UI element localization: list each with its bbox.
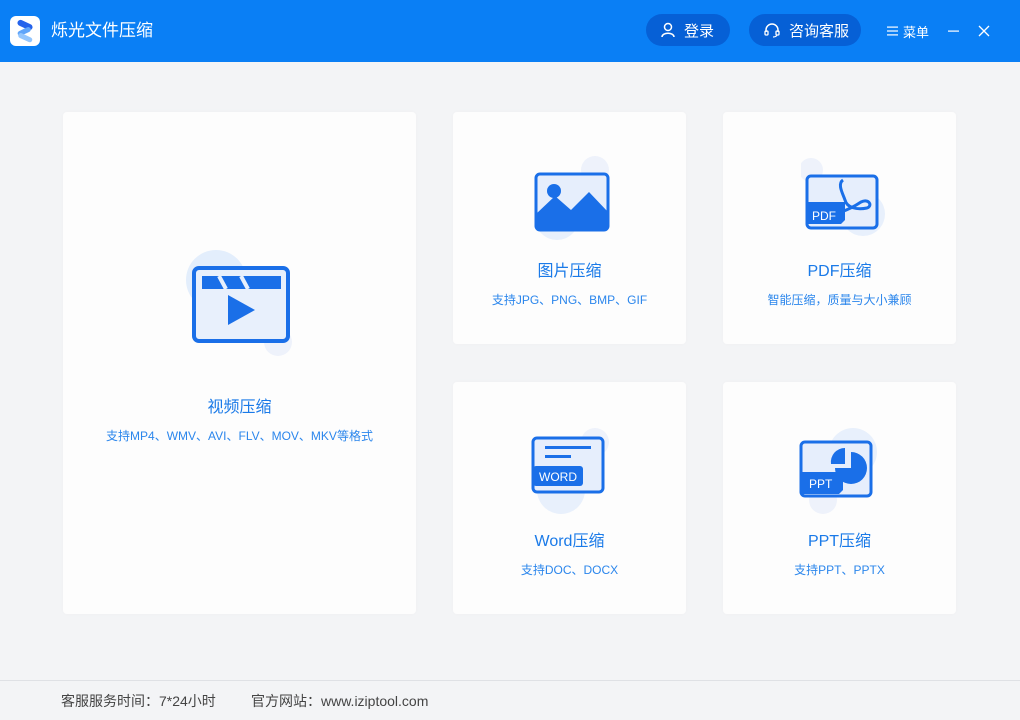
ppt-badge-text: PPT [809, 477, 833, 491]
ppt-icon: PPT [799, 428, 877, 514]
close-button[interactable] [974, 21, 994, 41]
app-logo-icon [10, 16, 40, 46]
card-description: 支持DOC、DOCX [520, 563, 619, 577]
card-title: Word压缩 [534, 533, 605, 550]
card-description: 支持MP4、WMV、AVI、FLV、MOV、MKV等格式 [106, 429, 373, 443]
service-hours: 客服服务时间：7*24小时 [61, 693, 216, 709]
login-button[interactable]: 登录 [646, 14, 730, 46]
video-icon [186, 250, 292, 356]
hamburger-icon [887, 26, 898, 36]
service-label: 咨询客服 [789, 22, 850, 40]
image-compress-card[interactable]: 图片压缩 支持JPG、PNG、BMP、GIF [453, 112, 686, 344]
card-title: 视频压缩 [207, 399, 272, 416]
app-title: 烁光文件压缩 [51, 21, 153, 40]
word-badge-text: WORD [539, 470, 577, 484]
headset-icon [764, 23, 780, 38]
menu-label: 菜单 [903, 24, 930, 40]
minimize-button[interactable] [943, 21, 963, 41]
word-compress-card[interactable]: WORD Word压缩 支持DOC、DOCX [453, 382, 686, 614]
word-icon: WORD [531, 428, 609, 514]
card-title: 图片压缩 [537, 263, 602, 280]
card-description: 支持PPT、PPTX [794, 563, 885, 577]
customer-service-button[interactable]: 咨询客服 [749, 14, 861, 46]
menu-button[interactable]: 菜单 [887, 21, 929, 41]
user-icon [661, 22, 675, 38]
close-icon [978, 25, 990, 37]
image-icon [534, 156, 610, 240]
footer-divider [0, 680, 1020, 681]
pdf-compress-card[interactable]: PDF PDF压缩 智能压缩，质量与大小兼顾 [723, 112, 956, 344]
video-compress-card[interactable]: 视频压缩 支持MP4、WMV、AVI、FLV、MOV、MKV等格式 [63, 112, 416, 614]
card-title: PDF压缩 [807, 263, 872, 280]
ppt-compress-card[interactable]: PPT PPT压缩 支持PPT、PPTX [723, 382, 956, 614]
card-description: 支持JPG、PNG、BMP、GIF [491, 293, 648, 307]
card-description: 智能压缩，质量与大小兼顾 [767, 293, 912, 307]
minimize-icon [948, 30, 959, 32]
pdf-icon: PDF [801, 158, 885, 236]
login-label: 登录 [684, 22, 715, 40]
pdf-badge-text: PDF [812, 209, 836, 223]
official-website[interactable]: 官方网站：www.iziptool.com [251, 692, 428, 710]
card-title: PPT压缩 [807, 533, 872, 550]
title-bar: 烁光文件压缩 登录 咨询客服 菜单 [0, 0, 1020, 62]
